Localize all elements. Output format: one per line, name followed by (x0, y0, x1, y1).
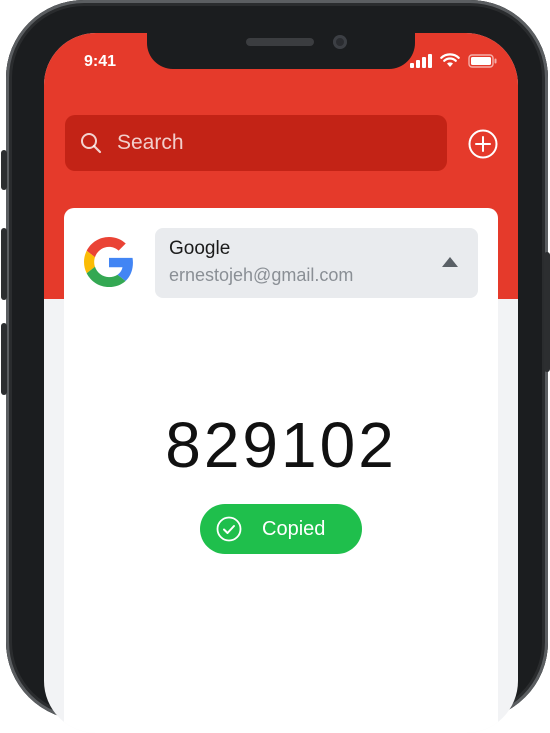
account-selector[interactable]: Google ernestojeh@gmail.com (155, 228, 478, 298)
wifi-icon (440, 53, 460, 67)
google-logo-icon (84, 237, 133, 287)
copied-badge: Copied (200, 504, 362, 554)
front-camera (333, 35, 347, 49)
chevron-up-icon[interactable] (442, 257, 458, 267)
volume-down-button (1, 323, 7, 395)
mute-switch (1, 150, 7, 190)
add-account-button[interactable] (468, 129, 498, 159)
volume-up-button (1, 228, 7, 300)
notch (147, 33, 415, 69)
search-placeholder: Search (117, 131, 184, 154)
power-button (544, 252, 550, 372)
speaker (246, 38, 314, 46)
account-email: ernestojeh@gmail.com (169, 265, 354, 285)
search-icon (81, 133, 102, 154)
account-card: Google ernestojeh@gmail.com 829102 Copie… (64, 208, 498, 733)
account-provider: Google (169, 238, 231, 259)
signal-icon (410, 53, 432, 68)
check-circle-icon (216, 516, 242, 542)
search-bar[interactable]: Search (65, 115, 447, 171)
status-icons (410, 53, 498, 68)
otp-code[interactable]: 829102 (64, 408, 498, 482)
battery-icon (468, 53, 497, 68)
phone-frame: 9:41 Search Google ernestojeh@gmail.com … (1, 0, 550, 733)
screen: 9:41 Search Google ernestojeh@gmail.com … (44, 33, 518, 733)
copied-label: Copied (262, 517, 326, 540)
status-time: 9:41 (84, 53, 117, 70)
